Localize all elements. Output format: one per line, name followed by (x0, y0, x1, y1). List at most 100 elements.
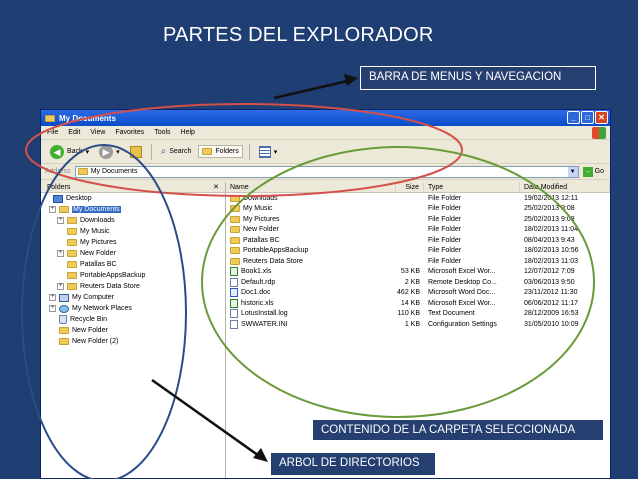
file-type: File Folder (428, 194, 462, 202)
tree-item[interactable]: +My Pictures (41, 237, 225, 248)
tree-item[interactable]: + Reuters Data Store (41, 281, 225, 292)
file-row[interactable]: LotusInstall.log 110 KB Text Document 28/12… (226, 309, 610, 320)
tree-item-label: My Music (80, 228, 110, 235)
file-row[interactable]: historic.xls 14 KB Microsoft Excel Wor... 0… (226, 298, 610, 309)
file-name: Patallas BC (243, 236, 280, 244)
file-icon (230, 319, 238, 329)
tree-item[interactable]: +Recycle Bin (41, 314, 225, 325)
expand-icon[interactable]: + (57, 283, 64, 290)
address-value: My Documents (90, 168, 138, 175)
close-button[interactable]: ✕ (595, 111, 608, 124)
menu-favorites[interactable]: Favorites (115, 129, 144, 136)
arrow-line (273, 78, 353, 100)
minimize-button[interactable]: _ (567, 111, 580, 124)
tree-item[interactable]: + My Computer (41, 292, 225, 303)
file-name: New Folder (243, 226, 279, 234)
file-size: 53 KB (400, 268, 420, 276)
folder-icon (59, 327, 69, 334)
tree-item[interactable]: +Desktop (41, 193, 225, 204)
go-label: Go (594, 168, 604, 175)
file-date: 18/02/2013 11:03 (524, 257, 578, 265)
expand-icon[interactable]: + (49, 305, 56, 312)
column-name[interactable]: Name (226, 182, 396, 192)
folder-icon (67, 250, 77, 257)
folder-icon (67, 228, 77, 235)
tree-item[interactable]: +New Folder (41, 325, 225, 336)
file-row[interactable]: My Music File Folder 25/02/2013 9:08 (226, 204, 610, 215)
file-date: 12/07/2012 7:09 (524, 268, 575, 276)
file-row[interactable]: Default.rdp 2 KB Remote Desktop Co... 03/06… (226, 277, 610, 288)
file-row[interactable]: Doc1.doc 462 KB Microsoft Word Doc... 23/11… (226, 288, 610, 299)
menu-file[interactable]: File (47, 129, 58, 136)
file-row[interactable]: New Folder File Folder 18/02/2013 11:04 (226, 225, 610, 236)
file-row[interactable]: PortableAppsBackup File Folder 18/02/2013 … (226, 246, 610, 257)
recycle-bin-icon (59, 315, 67, 324)
expand-icon[interactable]: + (49, 294, 56, 301)
back-button[interactable]: ◀ Back ▾ (47, 143, 92, 161)
views-button[interactable]: ▾ (256, 144, 281, 160)
tree-item[interactable]: + Downloads (41, 215, 225, 226)
file-type: File Folder (428, 226, 462, 234)
go-button[interactable]: → Go (582, 166, 610, 177)
column-size[interactable]: Size (396, 182, 424, 192)
menu-edit[interactable]: Edit (68, 129, 80, 136)
tree-item-label: My Documents (72, 206, 121, 213)
expand-icon[interactable]: + (49, 206, 56, 213)
menu-tools[interactable]: Tools (154, 129, 170, 136)
column-date[interactable]: Date Modified (520, 182, 610, 192)
maximize-button[interactable]: □ (581, 111, 594, 124)
file-size: 2 KB (404, 278, 420, 286)
up-folder-button[interactable] (127, 144, 145, 160)
folder-tree-pane: Folders ✕ +Desktop+My Documents+Download… (41, 182, 226, 478)
tree-item[interactable]: +New Folder (2) (41, 336, 225, 347)
tree-item[interactable]: +Patallas BC (41, 259, 225, 270)
expand-icon[interactable]: + (57, 217, 64, 224)
search-button[interactable]: ⌕ Search (158, 144, 195, 159)
file-row[interactable]: Reuters Data Store File Folder 18/02/2013 … (226, 256, 610, 267)
file-size (396, 214, 424, 225)
expand-icon[interactable]: + (57, 250, 64, 257)
network-icon (59, 304, 69, 313)
file-row[interactable]: SWWATER.INI 1 KB Configuration Settings 31/… (226, 319, 610, 330)
folder-icon (230, 247, 240, 255)
folders-label: Folders (215, 148, 239, 155)
tree-item-label: Reuters Data Store (80, 283, 140, 290)
tree-item-label: New Folder (72, 327, 108, 334)
tree-item-label: Desktop (66, 195, 92, 202)
tree-item[interactable]: +My Music (41, 226, 225, 237)
file-date: 31/05/2010 10:09 (524, 320, 579, 328)
callout-content: CONTENIDO DE LA CARPETA SELECCIONADA (312, 419, 604, 441)
forward-button[interactable]: ▶ ▾ (96, 143, 123, 161)
folders-button[interactable]: Folders (198, 145, 243, 158)
address-field[interactable]: My Documents ▼ (74, 165, 579, 178)
file-type: Microsoft Excel Wor... (428, 299, 496, 307)
file-size: 110 KB (397, 310, 420, 318)
file-row[interactable]: Downloads File Folder 19/02/2013 12:11 (226, 193, 610, 204)
column-type[interactable]: Type (424, 182, 520, 192)
file-name: historic.xls (241, 299, 274, 307)
file-row[interactable]: Book1.xls 53 KB Microsoft Excel Wor... 12/0… (226, 267, 610, 278)
slide-title: PARTES DEL EXPLORADOR (163, 24, 434, 46)
tree-item[interactable]: + My Network Places (41, 303, 225, 314)
tree-item[interactable]: + My Documents (41, 204, 225, 215)
file-size: 462 KB (397, 289, 420, 297)
file-row[interactable]: My Pictures File Folder 25/02/2013 9:08 (226, 214, 610, 225)
tree-item-label: Patallas BC (80, 261, 117, 268)
file-row[interactable]: Patallas BC File Folder 08/04/2013 9:43 (226, 235, 610, 246)
file-size (396, 246, 424, 257)
folder-icon (67, 217, 77, 224)
tree-item[interactable]: + New Folder (41, 248, 225, 259)
tree-item-label: New Folder (80, 250, 116, 257)
chevron-down-icon[interactable]: ▼ (567, 166, 578, 177)
forward-arrow-icon: ▶ (99, 144, 114, 159)
folder-icon (230, 236, 240, 244)
folder-icon (67, 239, 77, 246)
menu-help[interactable]: Help (181, 129, 195, 136)
menu-view[interactable]: View (90, 129, 105, 136)
file-date: 18/02/2013 10:56 (524, 247, 579, 255)
desktop-icon (53, 194, 63, 203)
file-date: 23/11/2012 11:30 (524, 289, 578, 297)
close-icon[interactable]: ✕ (213, 183, 219, 191)
arrow-head-icon (344, 74, 358, 86)
tree-item[interactable]: +PortableAppsBackup (41, 270, 225, 281)
